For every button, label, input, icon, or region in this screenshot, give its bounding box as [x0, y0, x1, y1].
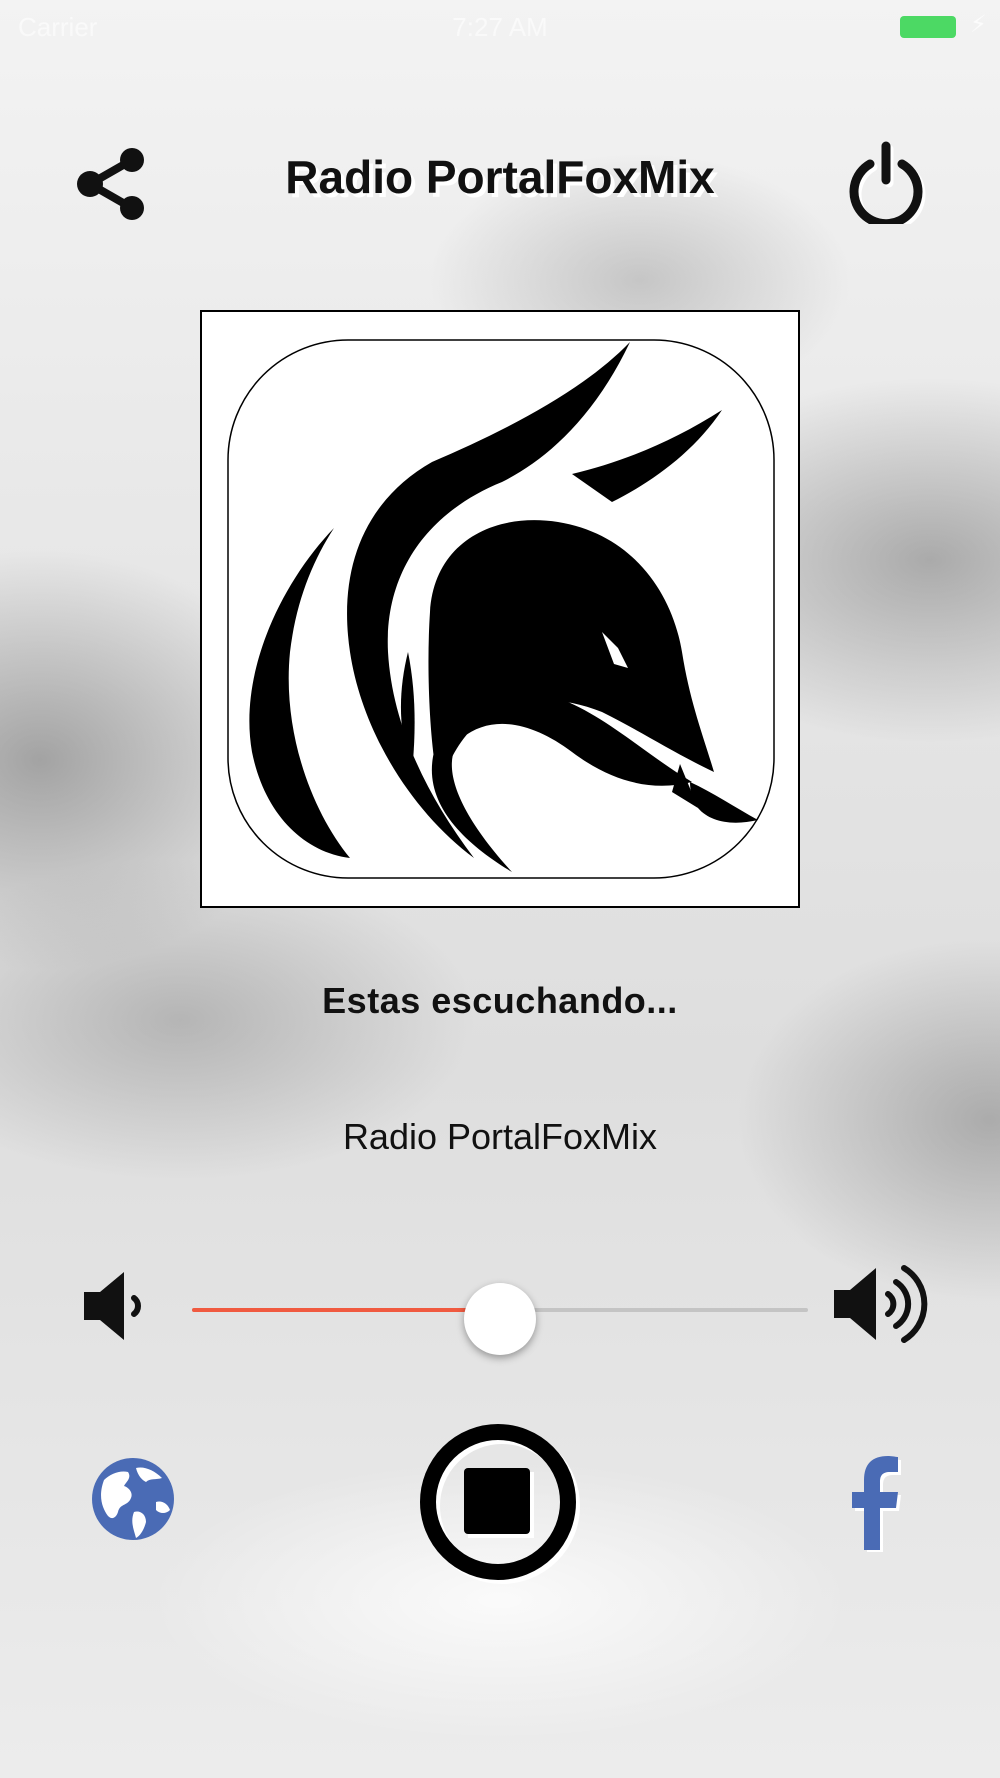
volume-track-fill — [192, 1308, 500, 1312]
stop-button[interactable] — [418, 1422, 582, 1586]
station-logo — [200, 310, 800, 908]
fox-logo — [227, 339, 775, 879]
now-playing-label: Estas escuchando... — [322, 980, 678, 1021]
facebook-icon — [852, 1456, 901, 1553]
volume-low-icon — [84, 1272, 141, 1340]
power-button[interactable] — [846, 140, 926, 232]
volume-high-icon — [834, 1265, 928, 1343]
globe-icon — [92, 1458, 174, 1540]
status-bar: Carrier 7:27 AM ⚡ — [0, 0, 1000, 50]
charging-icon: ⚡ — [970, 11, 987, 38]
share-button[interactable] — [74, 146, 150, 222]
stop-icon — [420, 1424, 580, 1584]
share-icon — [77, 148, 144, 220]
website-button[interactable] — [90, 1456, 176, 1542]
power-icon — [849, 141, 926, 232]
station-name: Radio PortalFoxMix — [342, 1116, 658, 1157]
facebook-button[interactable] — [838, 1452, 902, 1553]
volume-slider-thumb[interactable] — [464, 1283, 536, 1355]
volume-low-button[interactable] — [80, 1268, 156, 1344]
volume-high-button[interactable] — [830, 1258, 940, 1350]
battery-icon — [900, 16, 956, 38]
page-title: Radio PortalFoxMix — [285, 151, 715, 203]
volume-slider[interactable] — [192, 1283, 808, 1355]
status-time: 7:27 AM — [452, 12, 548, 42]
